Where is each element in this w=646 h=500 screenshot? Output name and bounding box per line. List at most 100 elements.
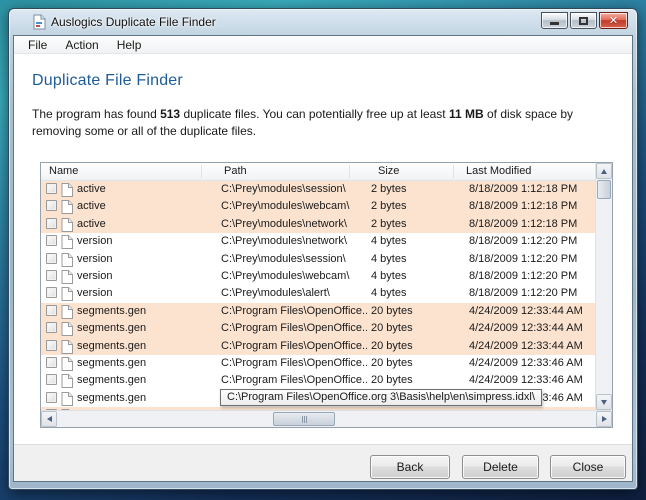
row-checkbox[interactable] bbox=[46, 253, 57, 264]
table-rows: active C:\Prey\modules\session\ 2 bytes … bbox=[41, 181, 595, 410]
file-modified: 4/24/2009 12:33:44 AM bbox=[469, 305, 595, 317]
arrow-up-icon bbox=[601, 169, 607, 174]
back-button[interactable]: Back bbox=[370, 455, 450, 479]
file-size: 2 bytes bbox=[371, 200, 461, 212]
file-name: active bbox=[77, 218, 217, 230]
arrow-right-icon bbox=[602, 416, 607, 422]
file-path: C:\Prey\modules\session\ bbox=[221, 183, 367, 195]
file-modified: 8/18/2009 1:12:18 PM bbox=[469, 183, 595, 195]
title-bar[interactable]: Auslogics Duplicate File Finder ✕ bbox=[9, 9, 637, 35]
arrow-down-icon bbox=[601, 400, 607, 405]
menu-file[interactable]: File bbox=[20, 37, 55, 53]
file-path: C:\Prey\modules\webcam\ bbox=[221, 270, 367, 282]
table-row[interactable]: segments.gen C:\Program Files\OpenOffice… bbox=[41, 320, 595, 337]
column-divider[interactable] bbox=[453, 165, 454, 178]
file-size: 20 bytes bbox=[371, 305, 461, 317]
minimize-icon bbox=[550, 22, 559, 25]
close-button[interactable]: ✕ bbox=[599, 12, 628, 29]
column-divider[interactable] bbox=[349, 165, 350, 178]
row-checkbox[interactable] bbox=[46, 392, 57, 403]
row-checkbox[interactable] bbox=[46, 200, 57, 211]
maximize-button[interactable] bbox=[570, 12, 597, 29]
column-header-modified[interactable]: Last Modified bbox=[466, 165, 531, 177]
space-amount: 11 MB bbox=[449, 107, 484, 121]
delete-button[interactable]: Delete bbox=[462, 455, 539, 479]
file-modified: 4/24/2009 12:33:46 AM bbox=[469, 357, 595, 369]
file-path: C:\Program Files\OpenOffice.... bbox=[221, 374, 367, 386]
row-checkbox[interactable] bbox=[46, 270, 57, 281]
table-row[interactable]: version C:\Prey\modules\session\ 4 bytes… bbox=[41, 251, 595, 268]
vertical-scroll-thumb[interactable] bbox=[597, 180, 611, 199]
table-row[interactable]: segments.gen C:\Program Files\OpenOffice… bbox=[41, 372, 595, 389]
table-row[interactable]: active C:\Prey\modules\network\ 2 bytes … bbox=[41, 216, 595, 233]
file-size: 20 bytes bbox=[371, 340, 461, 352]
row-checkbox[interactable] bbox=[46, 218, 57, 229]
file-modified: 4/24/2009 12:33:44 AM bbox=[469, 322, 595, 334]
vertical-scrollbar[interactable] bbox=[595, 163, 612, 410]
file-name: version bbox=[77, 270, 217, 282]
file-path: C:\Program Files\OpenOffice.... bbox=[221, 322, 367, 334]
file-size: 20 bytes bbox=[371, 322, 461, 334]
table-row[interactable]: segments.gen C:\Program Files\OpenOffice… bbox=[41, 303, 595, 320]
table-row[interactable]: version C:\Prey\modules\network\ 4 bytes… bbox=[41, 233, 595, 250]
row-checkbox[interactable] bbox=[46, 357, 57, 368]
file-modified: 8/18/2009 1:12:18 PM bbox=[469, 218, 595, 230]
scroll-left-button[interactable] bbox=[41, 411, 57, 427]
row-checkbox[interactable] bbox=[46, 322, 57, 333]
minimize-button[interactable] bbox=[541, 12, 568, 29]
file-size: 2 bytes bbox=[371, 183, 461, 195]
thumb-grip-icon bbox=[302, 416, 307, 423]
column-divider[interactable] bbox=[201, 165, 202, 178]
column-header-path[interactable]: Path bbox=[224, 165, 247, 177]
file-name: active bbox=[77, 200, 217, 212]
window-controls: ✕ bbox=[541, 12, 628, 29]
row-checkbox[interactable] bbox=[46, 374, 57, 385]
row-checkbox[interactable] bbox=[46, 235, 57, 246]
horizontal-scroll-thumb[interactable] bbox=[273, 412, 335, 426]
file-path: C:\Prey\modules\alert\ bbox=[221, 287, 367, 299]
table-row[interactable]: version C:\Prey\modules\webcam\ 4 bytes … bbox=[41, 268, 595, 285]
file-modified: 8/18/2009 1:12:20 PM bbox=[469, 235, 595, 247]
column-header-name[interactable]: Name bbox=[49, 165, 78, 177]
table-row[interactable]: segments.gen C:\Program Files\OpenOffice… bbox=[41, 338, 595, 355]
row-checkbox[interactable] bbox=[46, 340, 57, 351]
file-modified: 4/24/2009 12:33:44 AM bbox=[469, 340, 595, 352]
file-modified: 8/18/2009 1:12:20 PM bbox=[469, 253, 595, 265]
menu-help[interactable]: Help bbox=[109, 37, 150, 53]
file-modified: 8/18/2009 1:12:18 PM bbox=[469, 200, 595, 212]
menu-action[interactable]: Action bbox=[57, 37, 106, 53]
file-name: segments.gen bbox=[77, 340, 217, 352]
table-row[interactable]: version C:\Prey\modules\alert\ 4 bytes 8… bbox=[41, 285, 595, 302]
row-checkbox[interactable] bbox=[46, 287, 57, 298]
file-name: segments.gen bbox=[77, 374, 217, 386]
close-dialog-button[interactable]: Close bbox=[550, 455, 626, 479]
window-title: Auslogics Duplicate File Finder bbox=[51, 15, 216, 29]
row-checkbox[interactable] bbox=[46, 305, 57, 316]
table-row[interactable]: segments.gen C:\Program Files\OpenOffice… bbox=[41, 355, 595, 372]
table-header: Name Path Size Last Modified bbox=[41, 163, 595, 181]
file-path: C:\Prey\modules\webcam\ bbox=[221, 200, 367, 212]
summary-text: The program has found 513 duplicate file… bbox=[32, 106, 618, 140]
file-path: C:\Prey\modules\session\ bbox=[221, 253, 367, 265]
table-row[interactable]: active C:\Prey\modules\session\ 2 bytes … bbox=[41, 181, 595, 198]
app-window: Auslogics Duplicate File Finder ✕ File A… bbox=[8, 8, 638, 490]
file-path: C:\Prey\modules\network\ bbox=[221, 235, 367, 247]
table-row[interactable]: active C:\Prey\modules\webcam\ 2 bytes 8… bbox=[41, 198, 595, 215]
file-path: C:\Program Files\OpenOffice.... bbox=[221, 305, 367, 317]
file-size: 20 bytes bbox=[371, 374, 461, 386]
horizontal-scrollbar[interactable] bbox=[41, 410, 612, 427]
scroll-down-button[interactable] bbox=[596, 394, 612, 410]
file-modified: 8/18/2009 1:12:20 PM bbox=[469, 270, 595, 282]
path-tooltip: C:\Program Files\OpenOffice.org 3\Basis\… bbox=[220, 389, 542, 406]
file-name: version bbox=[77, 287, 217, 299]
scroll-up-button[interactable] bbox=[596, 163, 612, 179]
close-icon: ✕ bbox=[609, 14, 618, 27]
page-title: Duplicate File Finder bbox=[32, 72, 183, 90]
row-checkbox[interactable] bbox=[46, 183, 57, 194]
file-path: C:\Program Files\OpenOffice.... bbox=[221, 340, 367, 352]
footer-bar: Back Delete Close bbox=[14, 444, 632, 481]
file-size: 2 bytes bbox=[371, 218, 461, 230]
client-area: File Action Help Duplicate File Finder T… bbox=[13, 35, 633, 482]
column-header-size[interactable]: Size bbox=[378, 165, 399, 177]
scroll-right-button[interactable] bbox=[596, 411, 612, 427]
